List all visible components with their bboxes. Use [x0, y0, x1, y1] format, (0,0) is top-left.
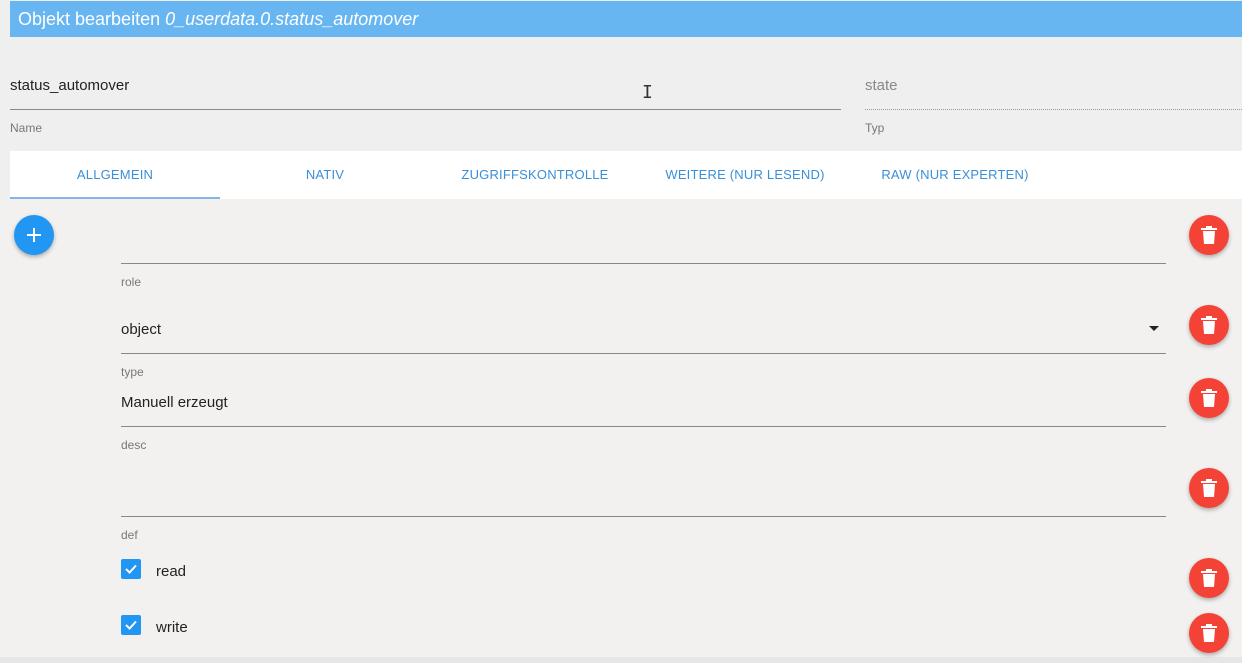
trash-icon — [1201, 389, 1217, 407]
trash-icon — [1201, 624, 1217, 642]
checkmark-icon — [125, 620, 137, 630]
delete-write-button[interactable] — [1189, 613, 1229, 653]
desc-input-underline — [121, 426, 1166, 427]
read-label: read — [156, 563, 187, 580]
tab-raw[interactable]: RAW (NUR EXPERTEN) — [850, 151, 1060, 199]
def-input-underline — [121, 516, 1166, 517]
trash-icon — [1201, 316, 1217, 334]
typ-field: state — [865, 77, 898, 94]
plus-icon — [27, 228, 41, 242]
trash-icon — [1201, 479, 1217, 497]
name-input-underline — [10, 109, 841, 110]
add-attribute-button[interactable] — [14, 215, 54, 255]
type-label: type — [121, 365, 144, 379]
role-input-underline — [121, 263, 1166, 264]
dialog-title-prefix: Objekt bearbeiten — [18, 9, 166, 29]
name-input[interactable]: status_automover — [10, 76, 129, 96]
tab-zugriffskontrolle[interactable]: ZUGRIFFSKONTROLLE — [430, 151, 640, 199]
role-label: role — [121, 275, 142, 289]
checkmark-icon — [125, 564, 137, 574]
read-checkbox[interactable] — [121, 559, 141, 579]
type-select[interactable]: object — [121, 320, 161, 340]
typ-field-underline — [865, 109, 1242, 110]
delete-type-button[interactable] — [1189, 305, 1229, 345]
def-label: def — [121, 528, 138, 542]
tab-allgemein[interactable]: ALLGEMEIN — [10, 151, 220, 199]
object-id: 0_userdata.0.status_automover — [165, 9, 419, 29]
bottom-divider — [0, 657, 1242, 663]
dialog-title: Objekt bearbeiten 0_userdata.0.status_au… — [10, 1, 1242, 37]
name-label: Name — [10, 121, 43, 135]
typ-label: Typ — [865, 121, 885, 135]
write-checkbox[interactable] — [121, 615, 141, 635]
delete-read-button[interactable] — [1189, 558, 1229, 598]
desc-label: desc — [121, 438, 147, 452]
tab-content-allgemein — [0, 199, 1242, 657]
tab-weitere[interactable]: WEITERE (NUR LESEND) — [640, 151, 850, 199]
tab-nativ[interactable]: NATIV — [220, 151, 430, 199]
trash-icon — [1201, 226, 1217, 244]
desc-input[interactable]: Manuell erzeugt — [121, 393, 228, 413]
delete-role-button[interactable] — [1189, 215, 1229, 255]
delete-desc-button[interactable] — [1189, 378, 1229, 418]
tab-bar: ALLGEMEIN NATIV ZUGRIFFSKONTROLLE WEITER… — [10, 151, 1242, 199]
write-label: write — [156, 619, 188, 636]
type-select-underline — [121, 353, 1166, 354]
trash-icon — [1201, 569, 1217, 587]
text-cursor-icon: I — [642, 82, 653, 103]
delete-def-button[interactable] — [1189, 468, 1229, 508]
caret-down-icon[interactable] — [1149, 326, 1159, 331]
